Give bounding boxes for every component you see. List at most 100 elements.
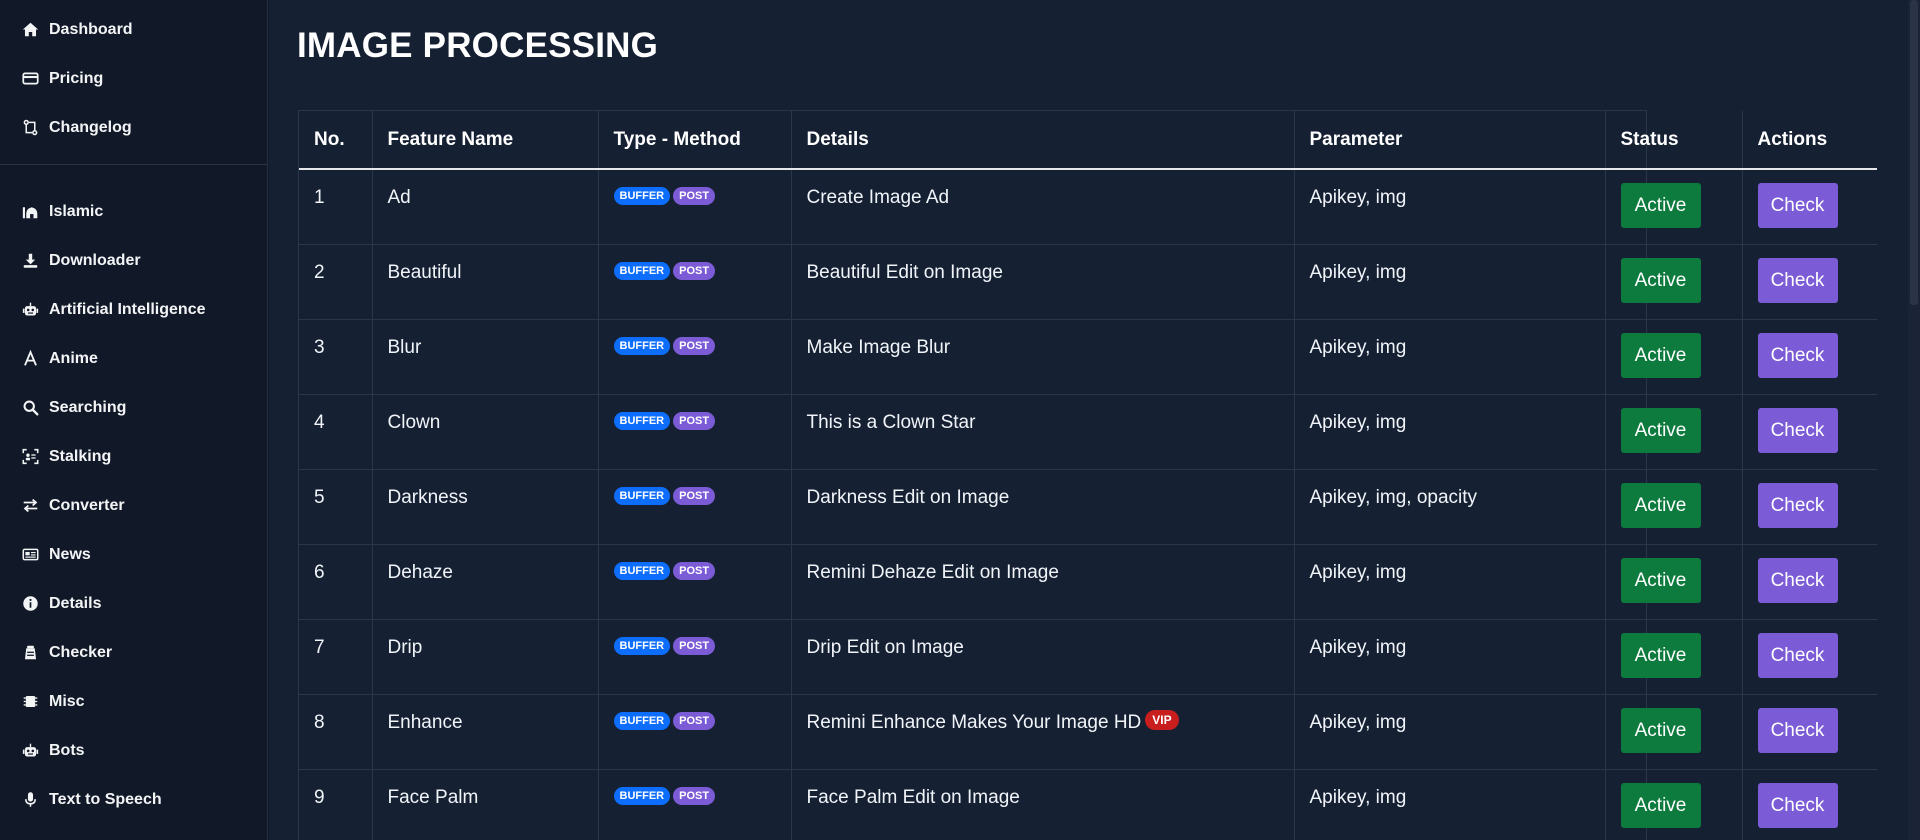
check-button[interactable]: Check bbox=[1757, 707, 1838, 753]
check-button[interactable]: Check bbox=[1757, 632, 1838, 678]
parameter-cell: Apikey, img, opacity bbox=[1294, 469, 1606, 545]
feature-name: Darkness bbox=[372, 469, 599, 545]
sidebar-item-searching[interactable]: Searching bbox=[0, 383, 267, 432]
status-button[interactable]: Active bbox=[1620, 183, 1701, 228]
sidebar-item-dashboard[interactable]: Dashboard bbox=[0, 5, 267, 54]
details-cell: Face Palm Edit on Image bbox=[791, 769, 1295, 840]
sidebar-item-pricing[interactable]: Pricing bbox=[0, 54, 267, 103]
feature-name: Beautiful bbox=[372, 244, 599, 320]
sidebar-top-nav: Dashboard Pricing Changelog bbox=[0, 0, 267, 152]
actions-cell: Check bbox=[1742, 619, 1877, 695]
status-button[interactable]: Active bbox=[1620, 407, 1701, 453]
sidebar-item-artificial-intelligence[interactable]: Artificial Intelligence bbox=[0, 285, 267, 334]
feature-details: Remini Enhance Makes Your Image HD bbox=[806, 711, 1142, 733]
sidebar-item-label: Islamic bbox=[49, 202, 104, 220]
sidebar-item-news[interactable]: News bbox=[0, 530, 267, 579]
row-number: 4 bbox=[299, 394, 373, 470]
table-row: 7 Drip BUFFER POST Drip Edit on Image Apikey,… bbox=[299, 619, 1877, 695]
newspaper-icon bbox=[20, 545, 40, 565]
type-badge: BUFFER bbox=[613, 336, 671, 355]
type-method-cell: BUFFER POST bbox=[598, 169, 792, 245]
scrollbar[interactable] bbox=[1908, 0, 1920, 840]
sidebar-item-bots[interactable]: Bots bbox=[0, 726, 267, 775]
check-button[interactable]: Check bbox=[1757, 557, 1838, 603]
table-row: 4 Clown BUFFER POST This is a Clown Star Apik… bbox=[299, 394, 1877, 470]
type-method-cell: BUFFER POST bbox=[598, 544, 792, 620]
column-header: No. bbox=[299, 111, 373, 170]
sidebar-item-stalking[interactable]: Stalking bbox=[0, 432, 267, 481]
feature-details: Darkness Edit on Image bbox=[806, 486, 1010, 508]
status-button[interactable]: Active bbox=[1620, 332, 1701, 378]
sidebar-item-label: Bots bbox=[49, 741, 85, 759]
details-cell: Drip Edit on Image bbox=[791, 619, 1295, 695]
type-badge: BUFFER bbox=[613, 486, 671, 505]
actions-cell: Check bbox=[1742, 544, 1877, 620]
row-number: 7 bbox=[299, 619, 373, 695]
feature-name: Drip bbox=[372, 619, 599, 695]
parameter-cell: Apikey, img bbox=[1294, 619, 1606, 695]
status-cell: Active bbox=[1605, 769, 1743, 840]
check-button[interactable]: Check bbox=[1757, 183, 1838, 228]
sidebar-item-anime[interactable]: Anime bbox=[0, 334, 267, 383]
sidebar-item-label: Stalking bbox=[49, 447, 112, 465]
check-button[interactable]: Check bbox=[1757, 482, 1838, 528]
sidebar-item-details[interactable]: Details bbox=[0, 579, 267, 628]
search-icon bbox=[20, 398, 40, 418]
feature-details: Beautiful Edit on Image bbox=[806, 261, 1003, 283]
sidebar-item-converter[interactable]: Converter bbox=[0, 481, 267, 530]
type-method-cell: BUFFER POST bbox=[598, 319, 792, 395]
microphone-icon bbox=[20, 790, 40, 810]
status-button[interactable]: Active bbox=[1620, 557, 1701, 603]
table-row: 9 Face Palm BUFFER POST Face Palm Edit on Im… bbox=[299, 769, 1877, 840]
anime-icon bbox=[20, 349, 40, 369]
sidebar-item-misc[interactable]: Misc bbox=[0, 677, 267, 726]
type-badge: BUFFER bbox=[613, 786, 671, 805]
status-button[interactable]: Active bbox=[1620, 482, 1701, 528]
type-badge: BUFFER bbox=[613, 187, 671, 205]
main-content: IMAGE PROCESSING No. Feature Name Type - M… bbox=[269, 0, 1920, 840]
column-header: Feature Name bbox=[372, 111, 599, 170]
row-number: 1 bbox=[299, 169, 373, 245]
status-button[interactable]: Active bbox=[1620, 257, 1701, 303]
info-icon bbox=[20, 594, 40, 614]
status-button[interactable]: Active bbox=[1620, 782, 1701, 828]
sidebar-item-label: Misc bbox=[49, 692, 85, 710]
check-button[interactable]: Check bbox=[1757, 332, 1838, 378]
table-header-row: No. Feature Name Type - Method Details Param… bbox=[299, 111, 1877, 170]
sidebar-item-text-to-speech[interactable]: Text to Speech bbox=[0, 775, 267, 824]
scrollbar-thumb[interactable] bbox=[1910, 0, 1918, 305]
type-method-cell: BUFFER POST bbox=[598, 469, 792, 545]
sidebar-item-downloader[interactable]: Downloader bbox=[0, 236, 267, 285]
exchange-icon bbox=[20, 496, 40, 516]
details-cell: Remini Enhance Makes Your Image HD VIP bbox=[791, 694, 1295, 770]
credit-card-icon bbox=[20, 69, 40, 89]
method-badge: POST bbox=[673, 411, 716, 430]
status-button[interactable]: Active bbox=[1620, 632, 1701, 678]
type-badge: BUFFER bbox=[613, 711, 671, 730]
vip-badge: VIP bbox=[1145, 710, 1179, 731]
actions-cell: Check bbox=[1742, 169, 1877, 245]
sidebar-item-changelog[interactable]: Changelog bbox=[0, 103, 267, 152]
sidebar-divider bbox=[0, 164, 267, 165]
sidebar-item-label: Artificial Intelligence bbox=[49, 300, 206, 318]
sidebar-item-islamic[interactable]: Islamic bbox=[0, 187, 267, 236]
actions-cell: Check bbox=[1742, 469, 1877, 545]
row-number: 6 bbox=[299, 544, 373, 620]
check-button[interactable]: Check bbox=[1757, 407, 1838, 453]
actions-cell: Check bbox=[1742, 319, 1877, 395]
parameter-cell: Apikey, img bbox=[1294, 544, 1606, 620]
method-badge: POST bbox=[673, 561, 716, 580]
details-cell: This is a Clown Star bbox=[791, 394, 1295, 470]
sidebar-main-nav: Islamic Downloader Artificial Intelligence… bbox=[0, 187, 267, 824]
status-button[interactable]: Active bbox=[1620, 707, 1701, 753]
sidebar-item-label: Dashboard bbox=[49, 20, 133, 38]
feature-details: Remini Dehaze Edit on Image bbox=[806, 561, 1059, 583]
check-button[interactable]: Check bbox=[1757, 257, 1838, 303]
features-table-container: No. Feature Name Type - Method Details Param… bbox=[298, 110, 1877, 840]
sidebar: Dashboard Pricing Changelog Islamic Downloa… bbox=[0, 0, 268, 840]
details-cell: Remini Dehaze Edit on Image bbox=[791, 544, 1295, 620]
sidebar-item-checker[interactable]: Checker bbox=[0, 628, 267, 677]
type-method-cell: BUFFER POST bbox=[598, 394, 792, 470]
check-button[interactable]: Check bbox=[1757, 782, 1838, 828]
status-cell: Active bbox=[1605, 544, 1743, 620]
